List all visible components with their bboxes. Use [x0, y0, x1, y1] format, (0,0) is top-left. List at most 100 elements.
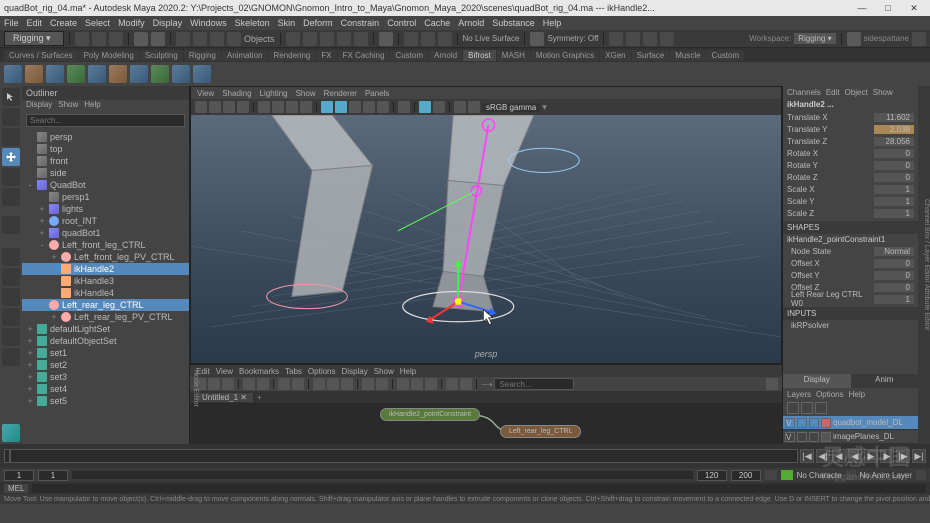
vp-lights-icon[interactable]	[363, 101, 375, 113]
channel-attr-row[interactable]: Offset X0	[783, 257, 918, 269]
viewport-menu-item[interactable]: Shading	[222, 89, 251, 98]
layer-color-swatch[interactable]	[821, 432, 831, 442]
outliner-node[interactable]: +defaultLightSet	[22, 323, 189, 335]
toggle-channels-icon[interactable]	[609, 32, 623, 46]
attr-value-input[interactable]: 2.038	[874, 125, 914, 134]
ipr-render-icon[interactable]	[421, 32, 435, 46]
vp-textured-icon[interactable]	[349, 101, 361, 113]
attr-value-input[interactable]: 11.602	[874, 113, 914, 122]
redo-icon[interactable]	[151, 32, 165, 46]
shelf-tab[interactable]: Rigging	[184, 50, 221, 61]
play-forward-button[interactable]: ▶	[864, 449, 878, 463]
expand-toggle[interactable]: +	[26, 396, 34, 406]
new-layer-icon[interactable]	[787, 402, 799, 414]
shelf-tab[interactable]: Muscle	[670, 50, 705, 61]
attr-value-input[interactable]: 0	[874, 283, 914, 292]
toggle-attr-icon[interactable]	[626, 32, 640, 46]
open-scene-icon[interactable]	[92, 32, 106, 46]
menu-file[interactable]: File	[4, 18, 19, 28]
cb-menu-item[interactable]: Show	[873, 88, 893, 97]
vp-shaded-icon[interactable]	[335, 101, 347, 113]
anim-layers-tab[interactable]: Anim	[851, 374, 919, 388]
rotate-tool[interactable]	[2, 168, 20, 186]
ne-menu-item[interactable]: Bookmarks	[239, 367, 279, 376]
attr-value-input[interactable]: 0	[874, 161, 914, 170]
layer-type-toggle[interactable]	[809, 432, 819, 442]
viewport-menu-item[interactable]: Panels	[365, 89, 389, 98]
layout-persp-outliner-icon[interactable]	[2, 288, 20, 306]
attr-value-input[interactable]: 0	[874, 259, 914, 268]
expand-toggle[interactable]: +	[26, 372, 34, 382]
menu-substance[interactable]: Substance	[492, 18, 535, 28]
go-end-button[interactable]: ▶|	[912, 449, 926, 463]
shelf-tab[interactable]: Animation	[222, 50, 268, 61]
vp-select-camera-icon[interactable]	[195, 101, 207, 113]
minimize-button[interactable]: —	[850, 1, 874, 15]
expand-toggle[interactable]: +	[26, 348, 34, 358]
vp-film-gate-icon[interactable]	[272, 101, 284, 113]
outliner-node[interactable]: +root_INT	[22, 215, 189, 227]
live-surface-label[interactable]: No Live Surface	[463, 34, 520, 43]
vp-xray-icon[interactable]	[419, 101, 431, 113]
shelf-icon[interactable]	[172, 65, 190, 83]
ne-show-all-icon[interactable]	[313, 378, 325, 390]
layer-menu-item[interactable]: Options	[816, 390, 844, 399]
outliner-search-input[interactable]	[26, 114, 185, 127]
vp-gate-mask-icon[interactable]	[300, 101, 312, 113]
render-settings-icon[interactable]	[438, 32, 452, 46]
channel-attr-row[interactable]: Translate Y2.038	[783, 123, 918, 135]
range-track[interactable]	[72, 471, 693, 479]
key-back-button[interactable]: ◀	[832, 449, 846, 463]
layer-playback-toggle[interactable]	[797, 432, 807, 442]
shelf-icon[interactable]	[109, 65, 127, 83]
expand-toggle[interactable]: -	[38, 300, 46, 310]
vp-xray-joints-icon[interactable]	[433, 101, 445, 113]
outliner-node[interactable]: top	[22, 143, 189, 155]
ne-sync-icon[interactable]	[376, 378, 388, 390]
layer-color-swatch[interactable]	[821, 418, 831, 428]
ne-mode-full-icon[interactable]	[425, 378, 437, 390]
key-forward-button[interactable]: ▶	[880, 449, 894, 463]
shelf-tab[interactable]: Rendering	[268, 50, 315, 61]
menu-arnold[interactable]: Arnold	[458, 18, 484, 28]
layer-playback-toggle[interactable]	[797, 418, 807, 428]
step-forward-button[interactable]: |▶	[896, 449, 910, 463]
vp-isolate-icon[interactable]	[398, 101, 410, 113]
ne-menu-item[interactable]: Tabs	[285, 367, 302, 376]
vp-bookmarks-icon[interactable]	[223, 101, 235, 113]
ne-bookmark-icon[interactable]	[766, 378, 778, 390]
vp-exposure-icon[interactable]	[454, 101, 466, 113]
expand-toggle[interactable]: +	[38, 216, 46, 226]
attr-value-input[interactable]: 1	[874, 197, 914, 206]
display-layers-tab[interactable]: Display	[783, 374, 851, 388]
layout-persp-graph-icon[interactable]	[2, 308, 20, 326]
outliner-node[interactable]: +defaultObjectSet	[22, 335, 189, 347]
ne-hide-icon[interactable]	[341, 378, 353, 390]
layer-row[interactable]: VimagePlanes_DL	[783, 430, 918, 444]
shelf-tab[interactable]: Sculpting	[140, 50, 183, 61]
ne-mode-simple-icon[interactable]	[397, 378, 409, 390]
graph-node[interactable]: Left_rear_leg_CTRL	[500, 425, 581, 438]
outliner-node[interactable]: ikHandle4	[22, 287, 189, 299]
shelf-icon[interactable]	[151, 65, 169, 83]
toggle-layer-icon[interactable]	[660, 32, 674, 46]
shelf-tab[interactable]: MASH	[497, 50, 530, 61]
symmetry-icon[interactable]	[530, 32, 544, 46]
step-back-button[interactable]: ◀|	[816, 449, 830, 463]
ne-menu-item[interactable]: Help	[400, 367, 416, 376]
select-object-icon[interactable]	[210, 32, 224, 46]
viewport-menu-item[interactable]: Show	[296, 89, 316, 98]
attr-value-input[interactable]: 0	[874, 173, 914, 182]
render-icon[interactable]	[404, 32, 418, 46]
expand-toggle[interactable]: +	[26, 360, 34, 370]
timeline-track[interactable]	[4, 449, 798, 463]
channel-attr-row[interactable]: Translate Z28.056	[783, 135, 918, 147]
layout-hyper-icon[interactable]	[2, 328, 20, 346]
menu-modify[interactable]: Modify	[118, 18, 145, 28]
shelf-tab[interactable]: Motion Graphics	[531, 50, 599, 61]
select-mode-icon[interactable]	[176, 32, 190, 46]
viewport-menu-item[interactable]: View	[197, 89, 214, 98]
shelf-icon[interactable]	[88, 65, 106, 83]
outliner-node[interactable]: side	[22, 167, 189, 179]
expand-toggle[interactable]: +	[26, 324, 34, 334]
